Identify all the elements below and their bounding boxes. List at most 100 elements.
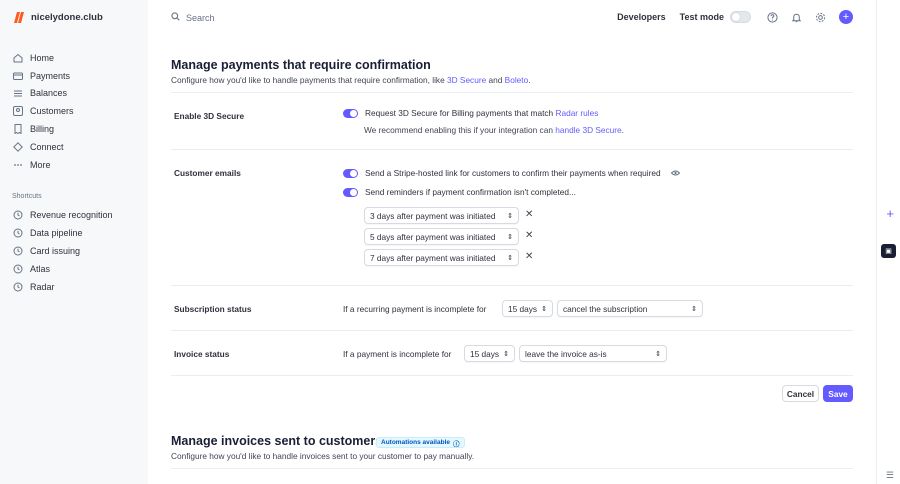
reminder-select-value: 3 days after payment was initiated	[370, 210, 496, 221]
subscription-action-select[interactable]: cancel the subscription ⇕	[557, 300, 703, 317]
shortcuts-title: Shortcuts	[12, 193, 42, 200]
3ds-option-pre: Request 3D Secure for Billing payments t…	[365, 108, 556, 118]
subscription-action-value: cancel the subscription	[563, 303, 648, 314]
divider	[171, 149, 853, 150]
invoice-action-select[interactable]: leave the invoice as-is ⇕	[519, 345, 667, 362]
sidebar-item-home[interactable]: Home	[12, 49, 140, 67]
cancel-button[interactable]: Cancel	[782, 385, 819, 402]
sidebar-item-balances[interactable]: Balances	[12, 85, 140, 103]
invoice-status-label: Invoice status	[174, 349, 230, 359]
preview-eye-icon[interactable]	[670, 168, 680, 178]
sidebar-item-label: Payments	[30, 70, 71, 81]
reminder-select-2[interactable]: 5 days after payment was initiated ⇕	[364, 228, 519, 245]
3d-secure-link[interactable]: 3D Secure	[447, 75, 486, 85]
subtitle-and: and	[486, 75, 505, 85]
3ds-option-text: Request 3D Secure for Billing payments t…	[365, 108, 598, 118]
remove-reminder-1-close-icon[interactable]: ✕	[525, 209, 533, 220]
search-icon	[171, 12, 180, 23]
divider	[171, 285, 853, 286]
sidebar-item-connect[interactable]: Connect	[12, 138, 140, 156]
sidebar-item-label: Connect	[30, 141, 64, 152]
sidebar-item-more[interactable]: More	[12, 156, 140, 174]
sidebar-item-label: More	[30, 159, 51, 170]
invoice-days-value: 15 days	[470, 348, 500, 359]
hosted-link-toggle[interactable]	[343, 168, 358, 178]
help-icon[interactable]	[765, 10, 779, 24]
email-option-hosted-link: Send a Stripe-hosted link for customers …	[343, 168, 680, 178]
3ds-note-post: .	[621, 125, 624, 135]
shortcut-radar[interactable]: Radar	[12, 278, 113, 296]
brand-name: nicelydone.club	[31, 12, 103, 23]
developers-link[interactable]: Developers	[617, 12, 666, 22]
rail-app-icon[interactable]: ▣	[881, 244, 896, 258]
hosted-link-text: Send a Stripe-hosted link for customers …	[365, 168, 661, 178]
subtitle-text: Configure how you'd like to handle payme…	[171, 75, 447, 85]
sidebar-item-customers[interactable]: Customers	[12, 102, 140, 120]
shortcut-revenue-recognition[interactable]: Revenue recognition	[12, 206, 113, 224]
remove-reminder-2-close-icon[interactable]: ✕	[525, 230, 533, 241]
create-plus-icon[interactable]: +	[839, 10, 853, 24]
chevron-updown-icon: ⇕	[507, 212, 513, 220]
page-title: Manage payments that require confirmatio…	[171, 58, 431, 72]
sidebar-item-billing[interactable]: Billing	[12, 120, 140, 138]
3ds-note: We recommend enabling this if your integ…	[364, 125, 624, 135]
save-button[interactable]: Save	[823, 385, 853, 402]
remove-reminder-3-close-icon[interactable]: ✕	[525, 251, 533, 262]
brand[interactable]: nicelydone.club	[12, 11, 103, 24]
chevron-updown-icon: ⇕	[541, 305, 547, 313]
sidebar-item-payments[interactable]: Payments	[12, 67, 140, 85]
right-rail: + ▣ ☰	[876, 0, 900, 484]
search-bar[interactable]: Search	[171, 12, 215, 23]
invoice-status-text: If a payment is incomplete for	[343, 349, 452, 359]
email-option-reminders: Send reminders if payment confirmation i…	[343, 187, 576, 197]
customers-icon	[12, 106, 23, 117]
reminders-toggle[interactable]	[343, 187, 358, 197]
radar-rules-link[interactable]: Radar rules	[555, 108, 598, 118]
billing-icon	[12, 124, 23, 135]
chevron-updown-icon: ⇕	[507, 233, 513, 241]
chevron-updown-icon: ⇕	[503, 350, 509, 358]
enable-3ds-label: Enable 3D Secure	[174, 111, 245, 121]
boleto-link[interactable]: Boleto	[505, 75, 529, 85]
3ds-toggle[interactable]	[343, 108, 358, 118]
reminder-select-1[interactable]: 3 days after payment was initiated ⇕	[364, 207, 519, 224]
brand-logo-icon	[12, 11, 25, 24]
rail-menu-icon[interactable]: ☰	[886, 470, 894, 481]
subtitle-period: .	[528, 75, 531, 85]
divider	[171, 468, 853, 469]
clock-icon	[12, 209, 23, 220]
settings-gear-icon[interactable]	[813, 10, 827, 24]
home-icon	[12, 52, 23, 63]
page-subtitle: Configure how you'd like to handle payme…	[171, 75, 531, 85]
subscription-days-select[interactable]: 15 days ⇕	[502, 300, 553, 317]
balances-icon	[12, 88, 23, 99]
info-icon: ⓘ	[453, 440, 460, 448]
test-mode-toggle[interactable]	[730, 11, 751, 23]
reminder-select-3[interactable]: 7 days after payment was initiated ⇕	[364, 249, 519, 266]
3ds-note-pre: We recommend enabling this if your integ…	[364, 125, 556, 135]
shortcut-data-pipeline[interactable]: Data pipeline	[12, 224, 113, 242]
notifications-bell-icon[interactable]	[789, 10, 803, 24]
subscription-days-value: 15 days	[508, 303, 538, 314]
shortcut-label: Revenue recognition	[30, 209, 113, 220]
automations-badge[interactable]: Automations available ⓘ	[376, 437, 465, 448]
rail-add-icon[interactable]: +	[886, 206, 894, 221]
shortcuts-list: Revenue recognition Data pipeline Card i…	[12, 206, 113, 295]
shortcut-label: Data pipeline	[30, 227, 83, 238]
handle-3ds-link[interactable]: handle 3D Secure	[555, 125, 621, 135]
divider	[171, 330, 853, 331]
chevron-updown-icon: ⇕	[507, 254, 513, 262]
shortcut-card-issuing[interactable]: Card issuing	[12, 242, 113, 260]
invoice-days-select[interactable]: 15 days ⇕	[464, 345, 515, 362]
topbar-actions: Developers Test mode +	[617, 10, 853, 24]
customer-emails-label: Customer emails	[174, 168, 241, 178]
clock-icon	[12, 281, 23, 292]
section-title-invoices: Manage invoices sent to customers	[171, 434, 383, 448]
main-nav: Home Payments Balances Customers Billing	[12, 49, 140, 174]
search-input[interactable]: Search	[186, 13, 215, 23]
reminder-select-value: 5 days after payment was initiated	[370, 231, 496, 242]
invoice-action-value: leave the invoice as-is	[525, 348, 607, 359]
sidebar-item-label: Home	[30, 52, 55, 63]
shortcut-atlas[interactable]: Atlas	[12, 260, 113, 278]
reminder-select-value: 7 days after payment was initiated	[370, 252, 496, 263]
